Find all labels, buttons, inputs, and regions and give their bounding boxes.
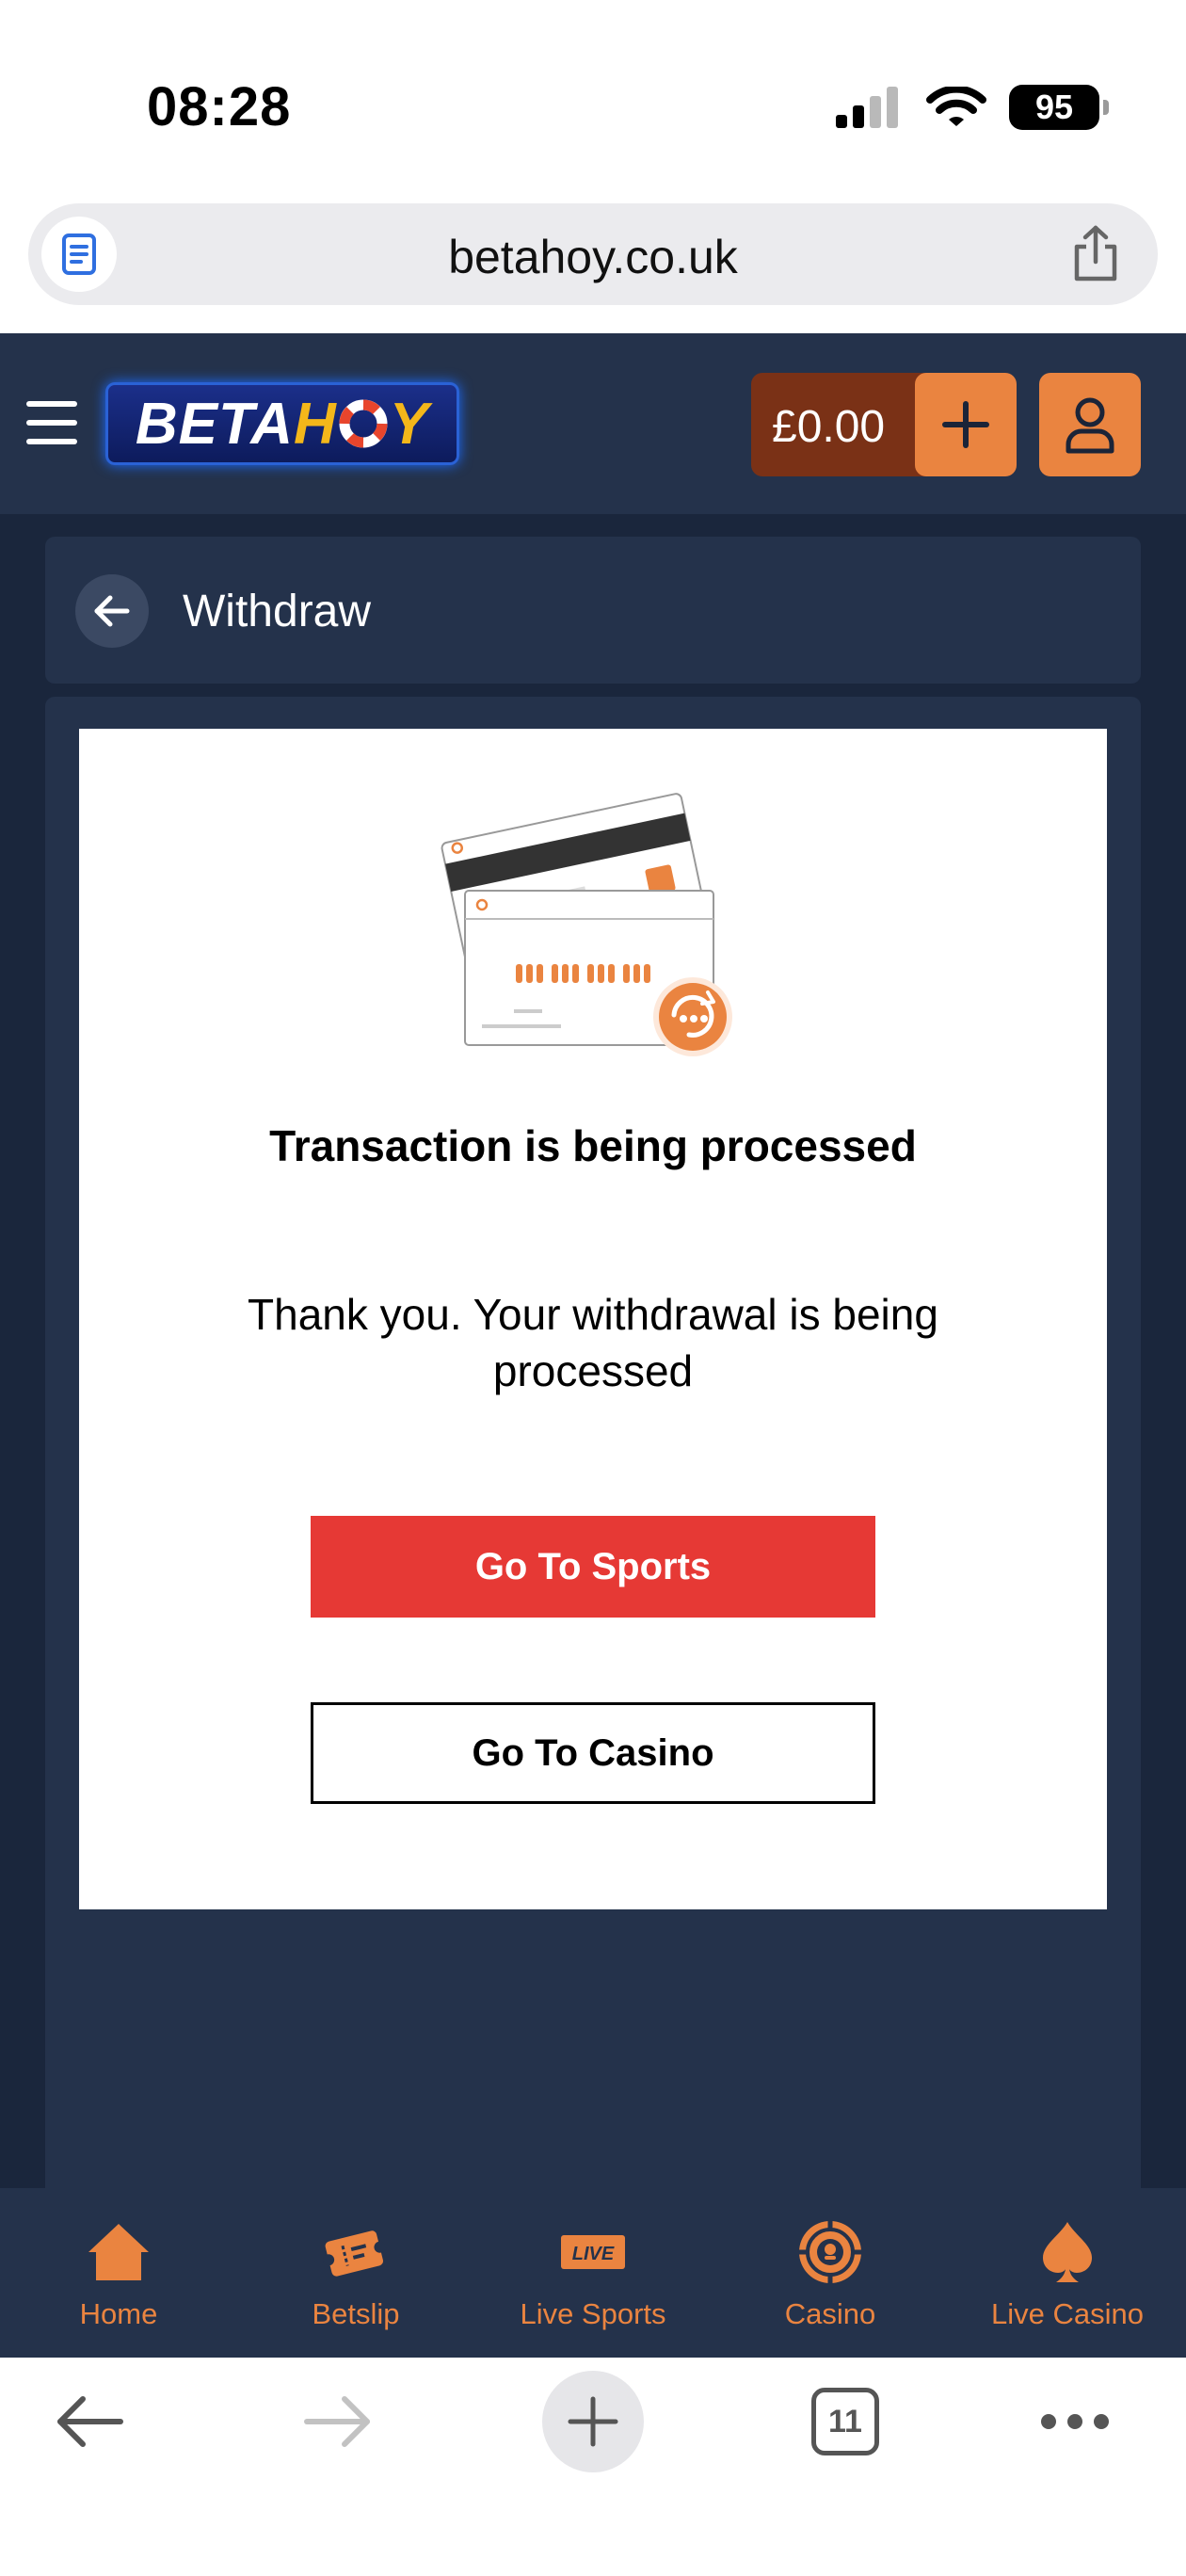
user-icon [1066,397,1114,454]
account-button[interactable] [1039,373,1141,476]
deposit-button[interactable] [915,373,1017,476]
nav-item-live-sports[interactable]: LIVE Live Sports [474,2188,712,2358]
betslip-icon [323,2230,386,2277]
live-sports-icon: LIVE [561,2235,625,2269]
nav-label-home: Home [79,2297,158,2330]
bottom-nav: Home Betslip LIVE Live Sports Casino Liv… [0,2188,1186,2358]
nav-item-home[interactable]: Home [0,2188,237,2358]
nav-label-betslip: Betslip [312,2297,400,2330]
more-options-icon[interactable] [1041,2412,1109,2431]
plus-icon [942,401,989,448]
plus-icon [568,2396,618,2447]
withdraw-header: Withdraw [45,537,1141,684]
nav-item-casino[interactable]: Casino [712,2188,949,2358]
logo-text-beta: BETA [135,391,295,457]
nav-item-betslip[interactable]: Betslip [237,2188,474,2358]
transaction-heading: Transaction is being processed [269,1121,917,1170]
app-header: BETA H Y £0.00 [0,333,1186,514]
status-icons: 95 [836,85,1109,130]
spade-icon [1043,2222,1092,2282]
status-bar: 08:28 95 [0,0,1186,198]
logo-text-h: H [294,391,337,457]
browser-toolbar: 11 [0,2358,1186,2576]
arrow-left-icon [94,595,130,627]
tabs-button[interactable]: 11 [811,2388,879,2455]
live-badge-text: LIVE [572,2244,615,2264]
logo-text-y: Y [389,391,430,457]
share-icon[interactable] [1067,224,1124,284]
casino-chip-icon [799,2221,861,2283]
status-time: 08:28 [147,76,292,137]
home-icon [88,2224,149,2280]
go-to-casino-button[interactable]: Go To Casino [311,1702,875,1804]
transaction-card: Transaction is being processed Thank you… [79,729,1107,1909]
wifi-icon [926,87,986,126]
battery-icon: 95 [1009,85,1109,130]
new-tab-button[interactable] [542,2371,644,2472]
nav-item-live-casino[interactable]: Live Casino [949,2188,1186,2358]
menu-icon[interactable] [26,401,77,444]
nav-label-casino: Casino [784,2297,876,2330]
credit-card-processing-icon [441,793,732,1056]
balance-amount: £0.00 [772,402,886,452]
back-button[interactable] [75,574,149,648]
lifebuoy-icon [339,399,388,448]
browser-forward-icon[interactable] [301,2391,373,2452]
go-to-sports-button[interactable]: Go To Sports [311,1516,875,1618]
page-title: Withdraw [183,587,372,636]
url-bar[interactable]: betahoy.co.uk [28,203,1158,305]
browser-back-icon[interactable] [55,2391,126,2452]
nav-label-live-casino: Live Casino [991,2297,1144,2330]
transaction-message: Thank you. Your withdrawal is being proc… [248,1290,938,1395]
nav-label-live-sports: Live Sports [520,2297,666,2330]
url-text[interactable]: betahoy.co.uk [28,230,1158,284]
betahoy-logo[interactable]: BETA H Y [105,382,459,465]
signal-icon [836,87,898,128]
